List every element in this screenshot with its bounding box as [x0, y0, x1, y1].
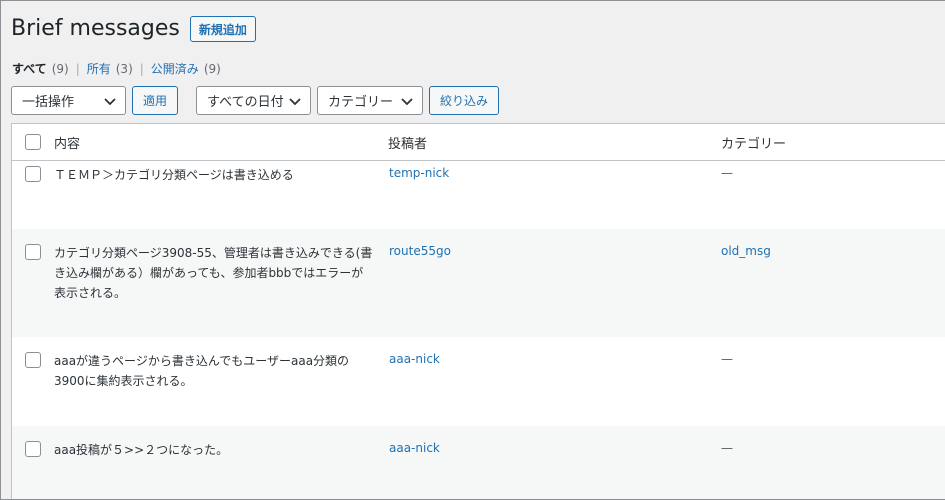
view-filters: すべて (9) | 所有 (3) | 公開済み (9)	[12, 60, 221, 77]
date-filter-select[interactable]: すべての日付	[196, 86, 312, 115]
tablenav: 一括操作 適用 すべての日付 カテゴリー 絞り込み	[11, 86, 500, 115]
date-filter-value: すべての日付	[207, 95, 284, 110]
column-author-header[interactable]: 投稿者	[388, 133, 721, 152]
apply-button[interactable]: 適用	[132, 86, 179, 115]
bulk-action-value: 一括操作	[22, 95, 75, 110]
category-filter-value: カテゴリー	[328, 95, 394, 110]
select-all-cell	[12, 134, 54, 150]
row-content[interactable]: aaa投稿が５>>２つになった。	[54, 436, 388, 460]
view-mine-link[interactable]: 所有	[87, 60, 111, 77]
row-checkbox-cell	[12, 161, 54, 182]
row-checkbox-cell	[12, 239, 54, 260]
chevron-down-icon	[104, 97, 116, 105]
row-checkbox[interactable]	[25, 352, 41, 368]
column-content-header[interactable]: 内容	[54, 133, 388, 152]
row-content[interactable]: カテゴリ分類ページ3908-55、管理者は書き込みできる(書き込み欄がある）欄が…	[54, 239, 388, 303]
view-all-count: (9)	[51, 61, 69, 76]
page-header: Brief messages 新規追加	[11, 14, 256, 44]
view-published-count: (9)	[203, 61, 221, 76]
view-all-link[interactable]: すべて	[12, 60, 47, 77]
row-category: —	[721, 352, 733, 366]
table-row: カテゴリ分類ページ3908-55、管理者は書き込みできる(書き込み欄がある）欄が…	[12, 229, 945, 337]
add-new-button[interactable]: 新規追加	[189, 16, 256, 42]
separator: |	[75, 61, 80, 76]
select-all-checkbox[interactable]	[25, 134, 41, 150]
table-row: aaaが違うページから書き込んでもユーザーaaa分類の3900に集約表示される。…	[12, 337, 945, 426]
row-content[interactable]: ＴＥＭＰ＞カテゴリ分類ページは書き込める	[54, 161, 388, 185]
separator: |	[139, 61, 144, 76]
table-header: 内容 投稿者 カテゴリー	[12, 124, 945, 161]
row-author-link[interactable]: temp-nick	[389, 166, 449, 180]
row-checkbox[interactable]	[25, 441, 41, 457]
table-row: aaa投稿が５>>２つになった。 aaa-nick —	[12, 426, 945, 500]
page-title: Brief messages	[11, 16, 180, 41]
row-checkbox[interactable]	[25, 166, 41, 182]
chevron-down-icon	[289, 97, 301, 105]
row-content[interactable]: aaaが違うページから書き込んでもユーザーaaa分類の3900に集約表示される。	[54, 347, 388, 391]
table-row: ＴＥＭＰ＞カテゴリ分類ページは書き込める temp-nick —	[12, 161, 945, 229]
row-checkbox[interactable]	[25, 244, 41, 260]
row-category: —	[721, 441, 733, 455]
row-author-link[interactable]: route55go	[389, 244, 451, 258]
filter-button[interactable]: 絞り込み	[429, 86, 500, 115]
column-category-header[interactable]: カテゴリー	[721, 133, 945, 152]
row-category: —	[721, 166, 733, 180]
row-category-link[interactable]: old_msg	[721, 244, 771, 258]
row-checkbox-cell	[12, 347, 54, 368]
view-published-link[interactable]: 公開済み	[151, 60, 199, 77]
chevron-down-icon	[401, 97, 413, 105]
row-checkbox-cell	[12, 436, 54, 457]
posts-table: 内容 投稿者 カテゴリー ＴＥＭＰ＞カテゴリ分類ページは書き込める temp-n…	[11, 123, 945, 500]
category-filter-select[interactable]: カテゴリー	[317, 86, 424, 115]
row-author-link[interactable]: aaa-nick	[389, 352, 440, 366]
view-mine-count: (3)	[115, 61, 133, 76]
row-author-link[interactable]: aaa-nick	[389, 441, 440, 455]
bulk-action-select[interactable]: 一括操作	[11, 86, 126, 115]
